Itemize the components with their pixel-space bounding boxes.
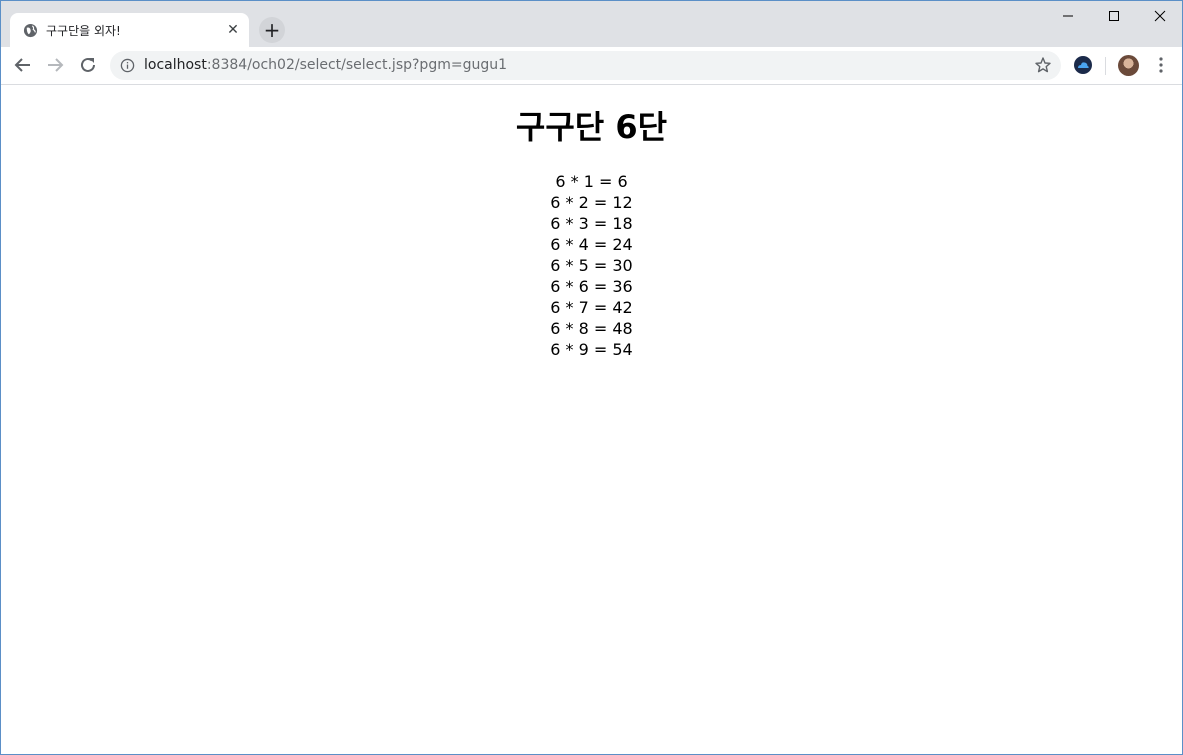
close-tab-icon[interactable]: ✕ (225, 22, 241, 38)
minimize-button[interactable] (1045, 1, 1091, 31)
url-host: localhost (144, 57, 207, 73)
address-bar[interactable]: localhost:8384/och02/select/select.jsp?p… (110, 51, 1061, 80)
url-path: :8384/och02/select/select.jsp?pgm=gugu1 (206, 57, 508, 73)
cloud-extension-icon[interactable] (1073, 55, 1093, 75)
close-icon (1154, 10, 1166, 22)
browser-toolbar: localhost:8384/och02/select/select.jsp?p… (1, 47, 1182, 85)
multiplication-line: 6 * 2 = 12 (550, 193, 633, 212)
kebab-menu-icon[interactable] (1151, 55, 1171, 75)
page-content: 구구단 6단 6 * 1 = 6 6 * 2 = 12 6 * 3 = 18 6… (1, 85, 1182, 754)
tab-strip: 구구단을 외자! ✕ + (1, 1, 1182, 47)
multiplication-line: 6 * 3 = 18 (550, 214, 633, 233)
info-icon[interactable] (120, 58, 135, 73)
maximize-icon (1109, 11, 1119, 21)
avatar[interactable] (1118, 55, 1139, 76)
arrow-left-icon[interactable] (10, 52, 36, 78)
star-icon[interactable] (1034, 56, 1052, 74)
multiplication-line: 6 * 7 = 42 (550, 298, 633, 317)
globe-icon (23, 23, 38, 38)
url-text[interactable]: localhost:8384/och02/select/select.jsp?p… (144, 57, 507, 73)
new-tab-button[interactable]: + (259, 17, 285, 43)
reload-icon[interactable] (75, 52, 101, 78)
arrow-right-icon[interactable] (42, 52, 68, 78)
page-title: 구구단 6단 (515, 108, 668, 146)
multiplication-line: 6 * 1 = 6 (555, 172, 628, 191)
multiplication-line: 6 * 9 = 54 (550, 340, 633, 359)
minimize-icon (1063, 15, 1073, 17)
tab-title: 구구단을 외자! (46, 24, 121, 38)
multiplication-line: 6 * 6 = 36 (550, 277, 633, 296)
multiplication-list: 6 * 1 = 6 6 * 2 = 12 6 * 3 = 18 6 * 4 = … (1, 171, 1182, 360)
browser-window: 구구단을 외자! ✕ + localhost:8384/och02/select… (0, 0, 1183, 755)
window-close-button[interactable] (1137, 1, 1182, 31)
toolbar-separator (1105, 57, 1106, 75)
active-tab[interactable]: 구구단을 외자! ✕ (10, 13, 249, 47)
multiplication-line: 6 * 5 = 30 (550, 256, 633, 275)
multiplication-line: 6 * 8 = 48 (550, 319, 633, 338)
multiplication-line: 6 * 4 = 24 (550, 235, 633, 254)
maximize-button[interactable] (1091, 1, 1137, 31)
